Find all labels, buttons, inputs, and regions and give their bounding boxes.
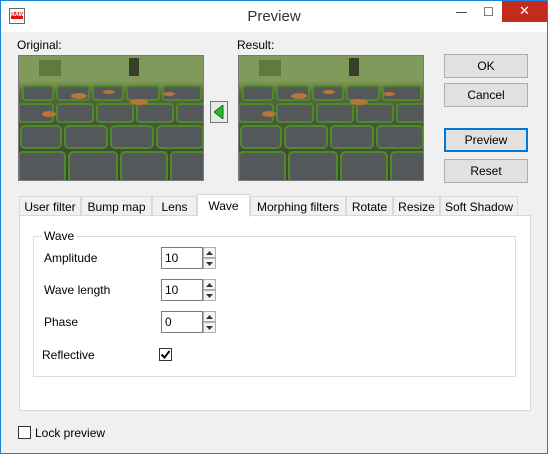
tab-lens[interactable]: Lens — [152, 196, 197, 216]
caret-up-icon — [206, 314, 213, 319]
caret-up-icon — [206, 250, 213, 255]
left-arrow-icon — [214, 105, 224, 119]
cobblestone-photo-result — [239, 56, 423, 180]
caret-down-icon — [206, 293, 213, 298]
amplitude-input[interactable] — [161, 247, 203, 269]
tab-wave[interactable]: Wave — [197, 194, 250, 217]
wave-length-up-button[interactable] — [203, 279, 216, 290]
phase-up-button[interactable] — [203, 311, 216, 322]
tab-rotate[interactable]: Rotate — [346, 196, 393, 216]
original-image — [18, 55, 204, 181]
lock-preview-label: Lock preview — [35, 426, 106, 440]
tab-soft-shadow[interactable]: Soft Shadow — [440, 196, 518, 216]
result-label: Result: — [237, 38, 275, 52]
caret-down-icon — [206, 261, 213, 266]
lock-preview-checkbox[interactable] — [18, 426, 31, 439]
wave-length-spinner — [161, 279, 217, 301]
amplitude-spinner — [161, 247, 217, 269]
preview-button[interactable]: Preview — [444, 128, 528, 152]
amplitude-down-button[interactable] — [203, 258, 216, 269]
close-button[interactable]: ✕ — [502, 1, 547, 22]
ok-button[interactable]: OK — [444, 54, 528, 78]
wave-tab-panel: Wave Amplitude Wave length Phase Reflect… — [19, 215, 531, 411]
tab-user-filter[interactable]: User filter — [19, 196, 81, 216]
wave-groupbox: Wave Amplitude Wave length Phase Reflect… — [33, 229, 516, 377]
reset-button[interactable]: Reset — [444, 159, 528, 183]
cobblestone-photo — [19, 56, 203, 180]
cancel-button[interactable]: Cancel — [444, 83, 528, 107]
tab-bump-map[interactable]: Bump map — [81, 196, 152, 216]
wave-length-input[interactable] — [161, 279, 203, 301]
wave-group-title: Wave — [42, 229, 77, 243]
amplitude-up-button[interactable] — [203, 247, 216, 258]
amplitude-label: Amplitude — [44, 251, 98, 265]
copy-to-original-button[interactable] — [210, 101, 228, 123]
phase-down-button[interactable] — [203, 322, 216, 333]
reflective-checkbox[interactable] — [159, 348, 172, 361]
phase-input[interactable] — [161, 311, 203, 333]
wave-length-down-button[interactable] — [203, 290, 216, 301]
preview-dialog: RAW Preview — ☐ ✕ Original: Result: OK C… — [0, 0, 548, 454]
wave-length-label: Wave length — [44, 283, 111, 297]
minimize-button[interactable]: — — [448, 1, 475, 22]
tab-resize[interactable]: Resize — [393, 196, 440, 216]
caret-up-icon — [206, 282, 213, 287]
reflective-label: Reflective — [42, 348, 95, 362]
phase-spinner — [161, 311, 217, 333]
result-image — [238, 55, 424, 181]
phase-label: Phase — [44, 315, 79, 329]
title-bar[interactable]: RAW Preview — ☐ ✕ — [1, 1, 547, 32]
maximize-button[interactable]: ☐ — [475, 1, 502, 22]
caret-down-icon — [206, 325, 213, 330]
checkmark-icon — [160, 350, 171, 360]
tab-morphing-filters[interactable]: Morphing filters — [250, 196, 346, 216]
original-label: Original: — [17, 38, 62, 52]
